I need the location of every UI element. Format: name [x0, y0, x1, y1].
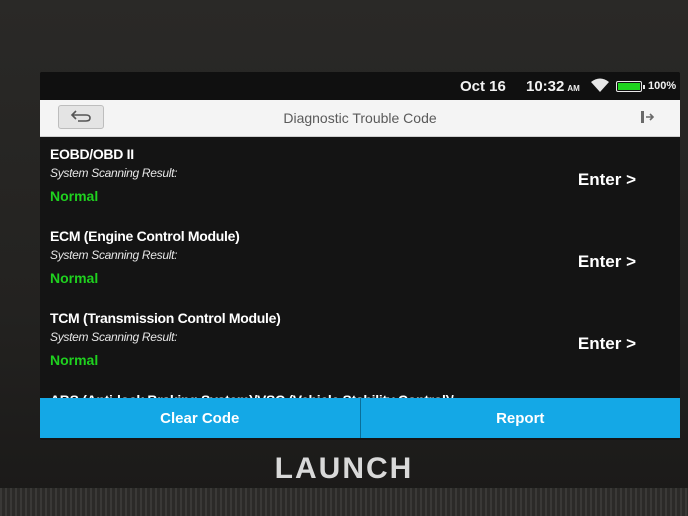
system-item-eobd[interactable]: EOBD/OBD II System Scanning Result: Norm…: [40, 136, 680, 218]
report-button[interactable]: Report: [359, 398, 680, 438]
exit-button[interactable]: [638, 108, 658, 128]
battery-percent: 100%: [648, 80, 677, 92]
enter-button[interactable]: Enter >: [578, 334, 636, 354]
device-grip: [0, 488, 688, 516]
enter-button[interactable]: Enter >: [578, 170, 636, 190]
system-list: EOBD/OBD II System Scanning Result: Norm…: [40, 136, 680, 408]
scan-result-status: Normal: [50, 270, 99, 286]
system-name: TCM (Transmission Control Module): [50, 310, 281, 326]
system-item-ecm[interactable]: ECM (Engine Control Module) System Scann…: [40, 218, 680, 300]
status-bar: Oct 16 10:32 AM 100%: [40, 72, 680, 100]
enter-button[interactable]: Enter >: [578, 252, 636, 272]
system-name: EOBD/OBD II: [50, 146, 134, 162]
scan-result-status: Normal: [50, 352, 99, 368]
battery-icon: [616, 81, 645, 92]
device-brand-logo: LAUNCH: [274, 452, 414, 485]
clear-code-button[interactable]: Clear Code: [40, 398, 360, 438]
page-title: Diagnostic Trouble Code: [283, 110, 437, 126]
scan-result-label: System Scanning Result:: [50, 248, 178, 262]
status-date: Oct 16: [460, 78, 506, 95]
scan-result-label: System Scanning Result:: [50, 330, 178, 344]
scan-result-status: Normal: [50, 188, 99, 204]
status-time: 10:32 AM: [526, 78, 580, 95]
scan-result-label: System Scanning Result:: [50, 166, 178, 180]
title-bar: Diagnostic Trouble Code: [40, 100, 680, 137]
status-ampm: AM: [567, 84, 580, 93]
wifi-icon: [590, 78, 610, 96]
system-item-tcm[interactable]: TCM (Transmission Control Module) System…: [40, 300, 680, 382]
system-name: ECM (Engine Control Module): [50, 228, 240, 244]
action-bar: Clear Code Report: [40, 398, 680, 438]
exit-icon: [638, 111, 656, 130]
device-screen: Oct 16 10:32 AM 100% Diagnostic Trouble C…: [40, 72, 680, 440]
